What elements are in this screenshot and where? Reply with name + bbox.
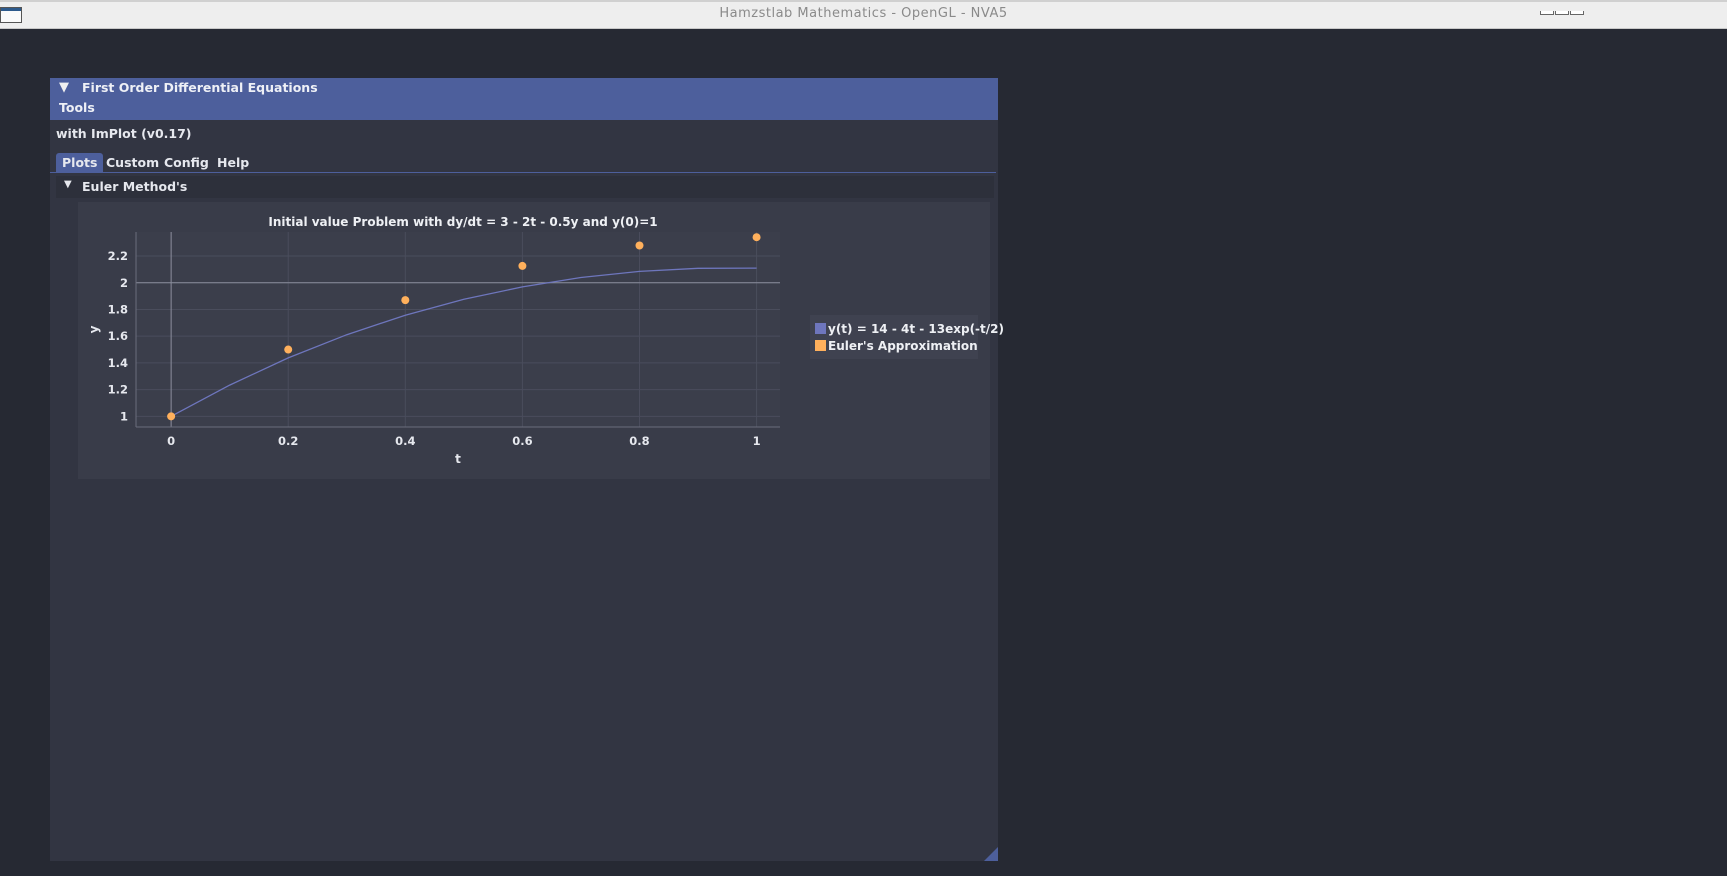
euler-point[interactable] bbox=[635, 241, 644, 250]
euler-point[interactable] bbox=[518, 261, 527, 270]
imgui-window: ▼ First Order Differential Equations Too… bbox=[50, 78, 1004, 861]
section-label: Euler Method's bbox=[82, 179, 188, 194]
collapse-triangle-icon[interactable]: ▼ bbox=[59, 80, 69, 95]
y-tick-label: 1.4 bbox=[108, 356, 128, 370]
section-expanded-icon: ▼ bbox=[64, 179, 72, 190]
minimize-icon[interactable] bbox=[1540, 11, 1554, 15]
y-tick-label: 2.2 bbox=[108, 249, 128, 263]
tab-bar: Plots Custom Config Help bbox=[56, 153, 996, 174]
plot-area[interactable] bbox=[136, 232, 780, 427]
x-tick-label: 0.2 bbox=[278, 434, 298, 448]
y-axis-label: y bbox=[87, 325, 101, 333]
x-axis-label: t bbox=[455, 452, 461, 466]
euler-point[interactable] bbox=[284, 345, 293, 354]
tab-custom[interactable]: Custom bbox=[100, 153, 165, 172]
legend-label-euler: Euler's Approximation bbox=[828, 339, 978, 353]
title-bar-top-strip bbox=[0, 0, 1727, 2]
x-tick-label: 1 bbox=[753, 434, 761, 448]
tab-help[interactable]: Help bbox=[211, 153, 255, 172]
x-tick-label: 0 bbox=[167, 434, 175, 448]
euler-point[interactable] bbox=[401, 296, 410, 305]
euler-section-header[interactable]: ▼ Euler Method's bbox=[56, 176, 994, 198]
euler-point[interactable] bbox=[167, 412, 176, 421]
close-icon[interactable] bbox=[1570, 11, 1584, 15]
tab-plots[interactable]: Plots bbox=[56, 153, 104, 172]
window-title: First Order Differential Equations bbox=[82, 80, 318, 95]
legend-label-analytic: y(t) = 14 - 4t - 13exp(-t/2) bbox=[828, 322, 1004, 336]
y-tick-label: 1.8 bbox=[108, 302, 128, 316]
implot-version-label: with ImPlot (v0.17) bbox=[56, 126, 192, 141]
window-header[interactable]: ▼ First Order Differential Equations Too… bbox=[50, 78, 998, 120]
x-tick-label: 0.8 bbox=[629, 434, 649, 448]
legend-swatch-analytic bbox=[815, 323, 826, 334]
legend-item-euler[interactable]: Euler's Approximation bbox=[815, 338, 978, 354]
os-title-bar: Hamzstlab Mathematics - OpenGL - NVA5 bbox=[0, 0, 1727, 29]
plot-frame[interactable]: Initial value Problem with dy/dt = 3 - 2… bbox=[78, 202, 1004, 479]
window-controls[interactable] bbox=[1540, 0, 1586, 15]
tab-config[interactable]: Config bbox=[158, 153, 215, 172]
tab-bar-underline bbox=[50, 172, 996, 173]
legend-swatch-euler bbox=[815, 340, 826, 351]
menu-tools[interactable]: Tools bbox=[59, 100, 95, 115]
x-tick-label: 0.4 bbox=[395, 434, 415, 448]
os-window-title: Hamzstlab Mathematics - OpenGL - NVA5 bbox=[719, 6, 1008, 21]
legend-item-analytic[interactable]: y(t) = 14 - 4t - 13exp(-t/2) bbox=[815, 321, 1004, 337]
x-tick-label: 0.6 bbox=[512, 434, 532, 448]
maximize-icon[interactable] bbox=[1555, 11, 1569, 15]
euler-point[interactable] bbox=[752, 233, 761, 242]
y-tick-label: 1 bbox=[120, 409, 128, 423]
y-tick-label: 2 bbox=[120, 276, 128, 290]
resize-grip-icon[interactable] bbox=[984, 847, 998, 861]
y-tick-label: 1.2 bbox=[108, 383, 128, 397]
plot-legend[interactable]: y(t) = 14 - 4t - 13exp(-t/2) Euler's App… bbox=[810, 315, 1004, 359]
y-tick-label: 1.6 bbox=[108, 329, 128, 343]
